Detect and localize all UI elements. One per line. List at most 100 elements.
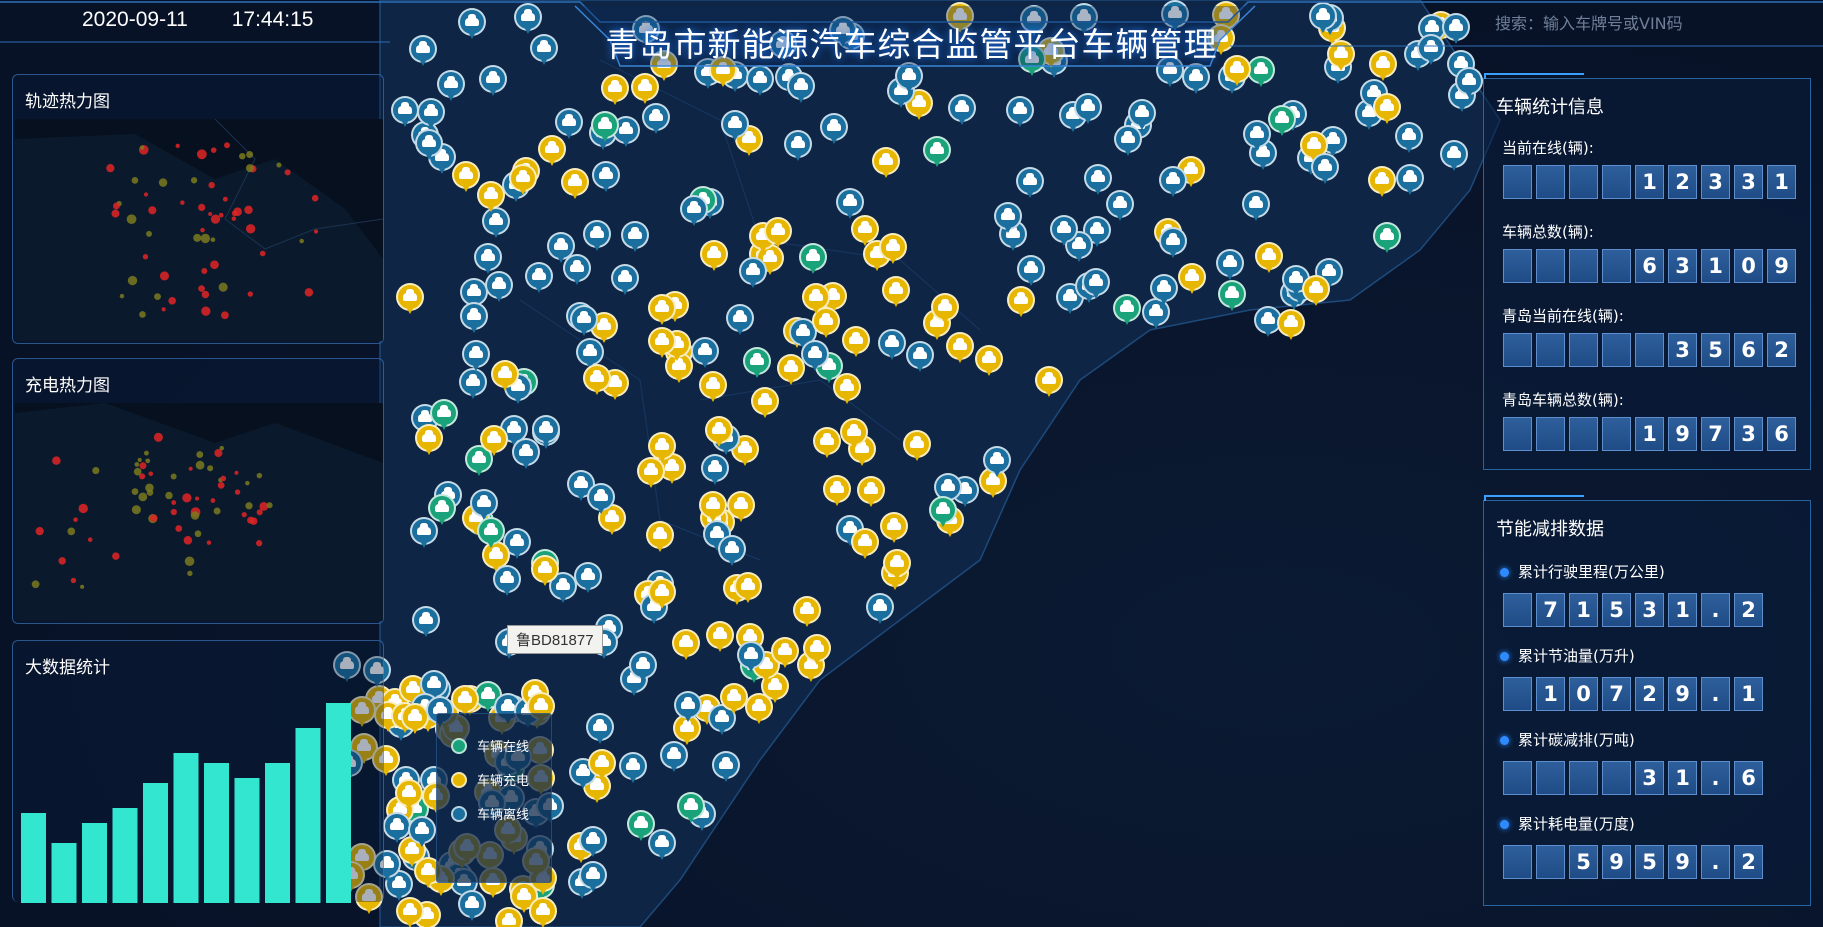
offline-vehicle-pin[interactable]: [390, 95, 419, 130]
offline-vehicle-pin[interactable]: [478, 64, 507, 99]
trajectory-heatmap[interactable]: [15, 119, 383, 341]
offline-vehicle-pin[interactable]: [787, 71, 816, 106]
offline-vehicle-pin[interactable]: [783, 130, 812, 164]
charging-vehicle-pin[interactable]: [587, 749, 616, 783]
charging-vehicle-pin[interactable]: [872, 146, 901, 181]
offline-vehicle-pin[interactable]: [800, 340, 829, 374]
bar-5[interactable]: [173, 753, 199, 903]
offline-vehicle-pin[interactable]: [1416, 34, 1445, 68]
offline-vehicle-pin[interactable]: [1161, 0, 1190, 34]
search-input[interactable]: [1495, 8, 1795, 38]
charging-vehicle-pin[interactable]: [705, 620, 734, 655]
offline-vehicle-pin[interactable]: [828, 16, 857, 50]
offline-vehicle-pin[interactable]: [660, 740, 689, 775]
charging-vehicle-pin[interactable]: [699, 239, 728, 274]
charging-vehicle-pin[interactable]: [793, 595, 822, 630]
offline-vehicle-pin[interactable]: [583, 220, 612, 254]
charging-vehicle-pin[interactable]: [733, 571, 762, 606]
offline-vehicle-pin[interactable]: [409, 517, 438, 551]
charging-vehicle-pin[interactable]: [1006, 286, 1035, 320]
charging-vehicle-pin[interactable]: [878, 233, 907, 267]
offline-vehicle-pin[interactable]: [1016, 254, 1045, 289]
legend-charging[interactable]: 车辆充电: [451, 770, 529, 789]
charging-vehicle-pin[interactable]: [1206, 23, 1235, 58]
charging-vehicle-pin[interactable]: [699, 491, 728, 525]
offline-vehicle-pin[interactable]: [1019, 5, 1048, 39]
charging-vehicle-pin[interactable]: [583, 363, 612, 398]
charging-vehicle-pin[interactable]: [1327, 40, 1356, 74]
charging-vehicle-pin[interactable]: [822, 474, 851, 509]
offline-vehicle-pin[interactable]: [1015, 166, 1044, 201]
online-vehicle-pin[interactable]: [923, 136, 952, 170]
charging-vehicle-pin[interactable]: [648, 294, 677, 328]
charging-vehicle-pin[interactable]: [451, 161, 480, 195]
offline-vehicle-pin[interactable]: [906, 341, 935, 375]
bar-7[interactable]: [234, 778, 260, 903]
online-vehicle-pin[interactable]: [1373, 222, 1402, 256]
charging-vehicle-pin[interactable]: [479, 425, 508, 459]
charging-vehicle-pin[interactable]: [744, 692, 773, 727]
offline-vehicle-pin[interactable]: [411, 606, 440, 640]
offline-vehicle-pin[interactable]: [591, 161, 620, 195]
offline-vehicle-pin[interactable]: [619, 752, 648, 786]
charging-vehicle-pin[interactable]: [646, 521, 675, 555]
offline-vehicle-pin[interactable]: [641, 103, 670, 137]
offline-vehicle-pin[interactable]: [525, 261, 554, 296]
charging-vehicle-pin[interactable]: [1277, 309, 1306, 343]
offline-vehicle-pin[interactable]: [673, 691, 702, 725]
offline-vehicle-pin[interactable]: [1395, 163, 1424, 198]
offline-vehicle-pin[interactable]: [768, 30, 797, 64]
offline-vehicle-pin[interactable]: [530, 34, 559, 68]
charging-vehicle-pin[interactable]: [631, 73, 660, 107]
offline-vehicle-pin[interactable]: [1083, 163, 1112, 198]
charging-vehicle-pin[interactable]: [751, 387, 780, 421]
offline-vehicle-pin[interactable]: [711, 750, 740, 785]
charging-vehicle-pin[interactable]: [601, 73, 630, 108]
charging-vehicle-pin[interactable]: [394, 779, 423, 813]
online-vehicle-pin[interactable]: [799, 242, 828, 277]
charging-vehicle-pin[interactable]: [1178, 262, 1206, 297]
charging-vehicle-pin[interactable]: [813, 427, 842, 461]
offline-vehicle-pin[interactable]: [739, 256, 768, 291]
offline-vehicle-pin[interactable]: [1156, 55, 1185, 90]
legend-offline[interactable]: 车辆离线: [451, 804, 529, 823]
bar-10[interactable]: [326, 703, 351, 903]
offline-vehicle-pin[interactable]: [586, 713, 615, 747]
offline-vehicle-pin[interactable]: [1159, 227, 1188, 261]
charging-vehicle-pin[interactable]: [883, 548, 912, 583]
charging-vehicle-pin[interactable]: [509, 163, 538, 198]
charging-vehicle-pin[interactable]: [530, 554, 559, 589]
online-vehicle-pin[interactable]: [590, 111, 619, 145]
offline-vehicle-pin[interactable]: [629, 650, 658, 685]
legend-online[interactable]: 车辆在线: [451, 736, 529, 755]
offline-vehicle-pin[interactable]: [1050, 215, 1079, 249]
charging-heatmap[interactable]: [15, 403, 383, 621]
offline-vehicle-pin[interactable]: [532, 415, 561, 449]
offline-vehicle-pin[interactable]: [745, 65, 774, 99]
offline-vehicle-pin[interactable]: [546, 231, 575, 266]
offline-vehicle-pin[interactable]: [865, 592, 894, 627]
charging-vehicle-pin[interactable]: [803, 634, 832, 668]
online-vehicle-pin[interactable]: [1018, 45, 1046, 79]
offline-vehicle-pin[interactable]: [461, 340, 490, 374]
offline-vehicle-pin[interactable]: [1082, 268, 1111, 302]
charging-vehicle-pin[interactable]: [764, 217, 793, 251]
bar-9[interactable]: [295, 728, 321, 903]
charging-vehicle-pin[interactable]: [880, 511, 909, 546]
charging-vehicle-pin[interactable]: [414, 424, 443, 458]
charging-vehicle-pin[interactable]: [1255, 242, 1284, 276]
online-vehicle-pin[interactable]: [1113, 293, 1142, 328]
offline-vehicle-pin[interactable]: [578, 825, 607, 860]
charging-vehicle-pin[interactable]: [476, 180, 505, 215]
big-data-bar-chart[interactable]: [13, 641, 385, 903]
offline-vehicle-pin[interactable]: [1005, 95, 1034, 130]
offline-vehicle-pin[interactable]: [725, 303, 754, 338]
bar-1[interactable]: [51, 843, 77, 903]
charging-vehicle-pin[interactable]: [672, 628, 701, 663]
offline-vehicle-pin[interactable]: [610, 264, 639, 298]
charging-vehicle-pin[interactable]: [850, 527, 879, 562]
offline-vehicle-pin[interactable]: [1454, 67, 1483, 101]
charging-vehicle-pin[interactable]: [698, 370, 727, 405]
bar-2[interactable]: [82, 823, 107, 903]
bar-0[interactable]: [21, 813, 46, 903]
